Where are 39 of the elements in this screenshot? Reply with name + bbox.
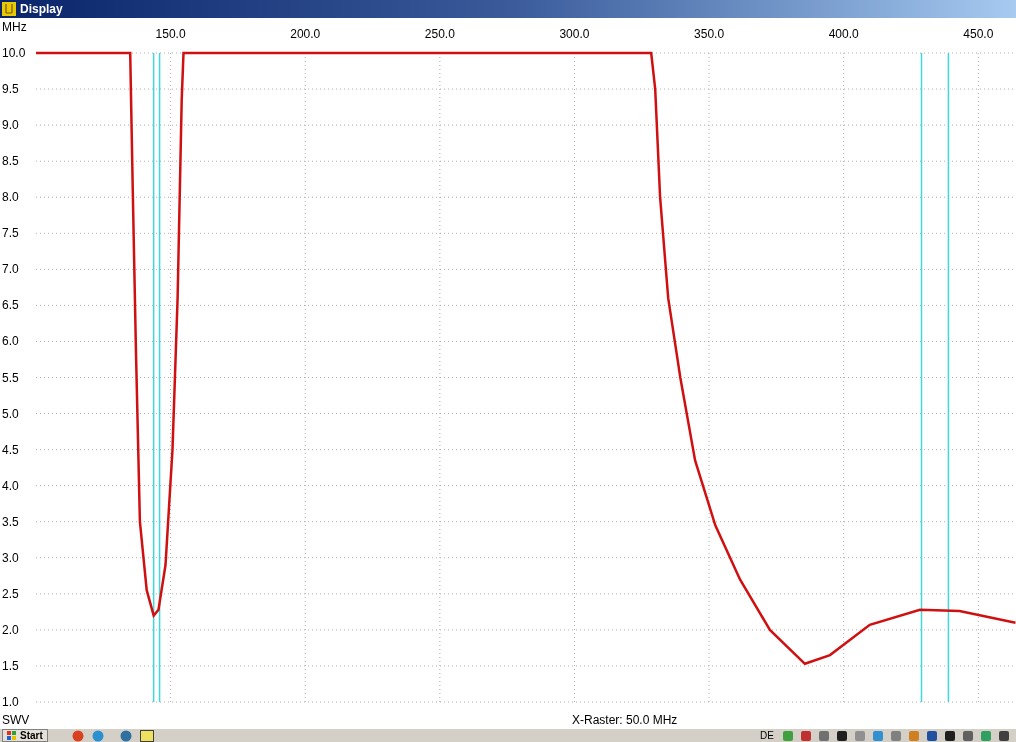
- y-tick-label: 7.0: [2, 262, 19, 277]
- y-tick-label: 5.0: [2, 406, 19, 421]
- app-icon: [2, 2, 16, 16]
- y-tick-label: 2.5: [2, 586, 19, 601]
- y-tick-label: 4.5: [2, 442, 19, 457]
- y-tick-label: 8.0: [2, 190, 19, 205]
- tray-icon[interactable]: [926, 729, 938, 742]
- start-button[interactable]: Start: [2, 729, 48, 742]
- y-tick-label: 8.5: [2, 154, 19, 169]
- y-tick-label: 6.0: [2, 334, 19, 349]
- x-tick-label: 450.0: [963, 27, 994, 41]
- language-indicator[interactable]: DE: [760, 730, 774, 741]
- y-tick-label: 6.5: [2, 298, 19, 313]
- y-tick-label: 9.5: [2, 82, 19, 97]
- x-tick-label: 300.0: [559, 27, 590, 41]
- y-tick-label: 3.0: [2, 550, 19, 565]
- window-icon[interactable]: [139, 729, 154, 742]
- x-tick-label: 400.0: [828, 27, 859, 41]
- y-tick-label: 1.5: [2, 658, 19, 673]
- raster-label: X-Raster: 50.0 MHz: [572, 714, 678, 726]
- tray-icon[interactable]: [836, 729, 848, 742]
- y-tick-label: 1.0: [2, 695, 19, 709]
- y-tick-label: 9.0: [2, 118, 19, 133]
- axis-unit: MHz: [2, 20, 27, 34]
- y-tick-label: 10.0: [2, 46, 26, 60]
- window-title: Display: [20, 3, 63, 15]
- y-axis-label: SWV: [2, 714, 30, 726]
- x-tick-label: 150.0: [155, 27, 186, 41]
- x-tick-label: 200.0: [290, 27, 321, 41]
- tray-icon[interactable]: [998, 729, 1010, 742]
- y-tick-label: 3.5: [2, 514, 19, 529]
- tray-icon[interactable]: [944, 729, 956, 742]
- windows-logo-icon: [7, 731, 16, 740]
- y-tick-label: 5.5: [2, 370, 19, 385]
- y-tick-label: 4.0: [2, 478, 19, 493]
- y-tick-label: 7.5: [2, 226, 19, 241]
- x-tick-label: 250.0: [424, 27, 455, 41]
- y-tick-label: 2.0: [2, 622, 19, 637]
- x-tick-label: 350.0: [694, 27, 725, 41]
